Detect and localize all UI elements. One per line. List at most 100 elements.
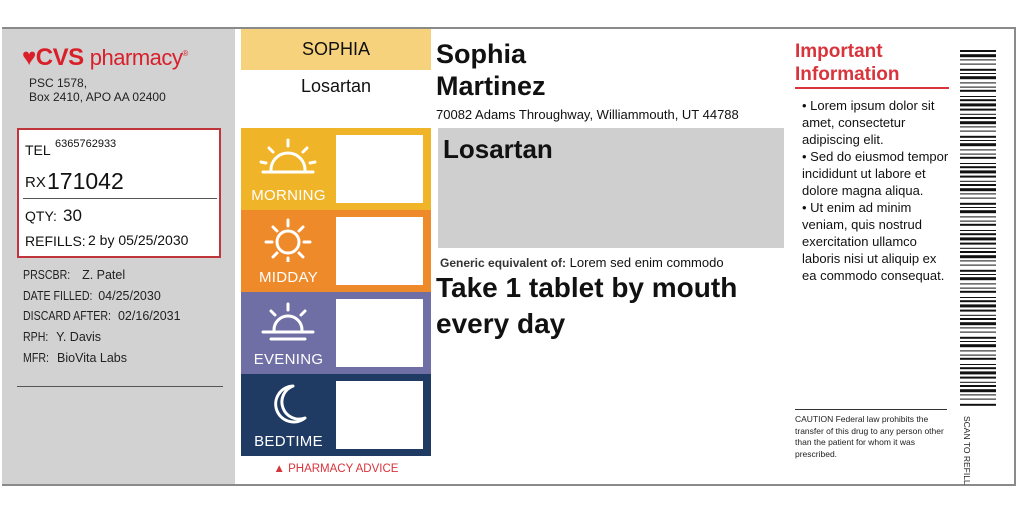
patient-first-name-bar: SOPHIA bbox=[241, 29, 431, 70]
barcode-bar bbox=[960, 398, 996, 400]
barcode-bar bbox=[960, 304, 996, 308]
slot-label: MORNING bbox=[251, 187, 326, 204]
barcode-bar bbox=[960, 130, 996, 132]
important-title-line-2: Information bbox=[795, 64, 900, 85]
barcode-bar bbox=[960, 385, 996, 387]
logo-tm: ® bbox=[182, 49, 188, 58]
barcode-bar bbox=[960, 59, 996, 61]
barcode-bar bbox=[960, 371, 996, 375]
sunset-icon bbox=[261, 302, 315, 341]
moon-icon bbox=[274, 384, 307, 424]
bullet-item: • Lorem ipsum dolor sit amet, consectetu… bbox=[802, 98, 935, 147]
slot-bedtime: BEDTIME bbox=[241, 374, 431, 456]
logo-brand: CVS bbox=[35, 44, 84, 71]
generic-label: Generic equivalent of: bbox=[440, 256, 567, 270]
barcode-bar bbox=[960, 309, 996, 312]
prescription-details: PRSCBR: Z. Patel DATE FILLED: 04/25/2030… bbox=[23, 265, 181, 369]
barcode-bar bbox=[960, 314, 996, 316]
barcode-bar bbox=[960, 354, 996, 356]
barcode-bar bbox=[960, 297, 996, 298]
barcode-bar bbox=[960, 89, 996, 92]
important-title-line-1: Important bbox=[795, 41, 883, 62]
cvs-pharmacy-logo: ♥CVS pharmacy® bbox=[22, 44, 188, 72]
barcode-bar bbox=[960, 82, 996, 84]
slot-morning: MORNING bbox=[241, 128, 431, 210]
qty-label: QTY: bbox=[25, 208, 57, 224]
barcode-bar bbox=[960, 207, 996, 208]
barcode-bar bbox=[960, 170, 996, 174]
detail-value: 04/25/2030 bbox=[98, 288, 161, 303]
detail-label: PRSCBR: bbox=[23, 268, 71, 282]
barcode-bar bbox=[960, 108, 996, 111]
detail-value: Z. Patel bbox=[82, 268, 126, 282]
barcode-bar bbox=[960, 149, 996, 151]
barcode-bar bbox=[960, 113, 996, 115]
pharmacy-advice-link[interactable]: ▲ PHARMACY ADVICE bbox=[241, 463, 431, 475]
refill-barcode[interactable] bbox=[960, 50, 996, 406]
barcode-bar bbox=[960, 230, 996, 231]
barcode-bar bbox=[960, 103, 996, 107]
detail-value: 02/16/2031 bbox=[117, 309, 181, 324]
barcode-bar bbox=[960, 376, 996, 379]
barcode-bar bbox=[960, 68, 996, 71]
evening-checkbox[interactable] bbox=[336, 299, 423, 367]
barcode-bar bbox=[960, 237, 996, 241]
midday-checkbox[interactable] bbox=[336, 217, 423, 285]
generic-equivalent: Generic equivalent of: Lorem sed enim co… bbox=[440, 255, 724, 270]
barcode-bar bbox=[960, 367, 996, 370]
barcode-bar bbox=[960, 220, 996, 222]
barcode-bar bbox=[960, 283, 996, 285]
barcode-bar bbox=[960, 255, 996, 259]
barcode-bar bbox=[960, 287, 996, 289]
barcode-bar bbox=[960, 350, 996, 352]
morning-checkbox[interactable] bbox=[336, 135, 423, 203]
rx-divider bbox=[23, 198, 217, 199]
patient-first-name: Sophia bbox=[436, 39, 527, 69]
barcode-bar bbox=[960, 96, 996, 97]
barcode-bar bbox=[960, 322, 996, 326]
slot-label: BEDTIME bbox=[254, 433, 323, 450]
barcode-bar bbox=[960, 300, 996, 303]
barcode-bar bbox=[960, 233, 996, 236]
slot-label: MIDDAY bbox=[258, 269, 319, 286]
heart-icon: ♥ bbox=[22, 44, 36, 71]
detail-label: DATE FILLED: bbox=[23, 288, 93, 303]
barcode-bar bbox=[960, 389, 996, 393]
sunrise-icon bbox=[259, 138, 317, 174]
bedtime-checkbox[interactable] bbox=[336, 381, 423, 449]
address-line-1: PSC 1578, bbox=[29, 76, 88, 90]
barcode-bar bbox=[960, 117, 996, 119]
barcode-bar bbox=[960, 269, 996, 272]
barcode-bar bbox=[960, 180, 996, 182]
rx-info-box: TEL 6365762933 RX 171042 QTY: 30 REFILLS… bbox=[17, 128, 221, 258]
scan-to-refill-label: SCAN TO REFILL bbox=[962, 416, 972, 485]
address-line-2: Box 2410, APO AA 02400 bbox=[29, 90, 166, 104]
drug-name: Losartan bbox=[443, 134, 553, 164]
barcode-bar bbox=[960, 403, 996, 406]
barcode-bar bbox=[960, 156, 996, 159]
rx-number: 171042 bbox=[47, 168, 124, 194]
detail-row-pharmacist: RPH: Y. Davis bbox=[23, 327, 181, 348]
detail-row-discard-after: DISCARD AFTER: 02/16/2031 bbox=[23, 306, 181, 327]
barcode-bar bbox=[960, 357, 996, 360]
left-divider bbox=[17, 386, 223, 387]
barcode-bar bbox=[960, 63, 996, 65]
detail-label: DISCARD AFTER: bbox=[23, 309, 111, 324]
barcode-bar bbox=[960, 166, 996, 169]
barcode-bar bbox=[960, 223, 996, 226]
barcode-bar bbox=[960, 202, 996, 205]
barcode-bar bbox=[960, 216, 996, 218]
caution-divider bbox=[795, 409, 947, 410]
rx-label: RX bbox=[25, 174, 46, 191]
detail-value: BioVita Labs bbox=[57, 350, 128, 365]
barcode-bar bbox=[960, 54, 996, 58]
barcode-bar bbox=[960, 277, 996, 281]
slot-label: EVENING bbox=[253, 351, 324, 368]
patient-last-name: Martinez bbox=[436, 71, 546, 101]
barcode-bar bbox=[960, 99, 996, 102]
barcode-bar bbox=[960, 290, 996, 293]
barcode-bar bbox=[960, 264, 996, 266]
detail-value: Y. Davis bbox=[56, 330, 102, 345]
bullet-item: • Ut enim ad minim veniam, quis nostrud … bbox=[802, 200, 945, 283]
detail-label: MFR: bbox=[23, 350, 49, 365]
